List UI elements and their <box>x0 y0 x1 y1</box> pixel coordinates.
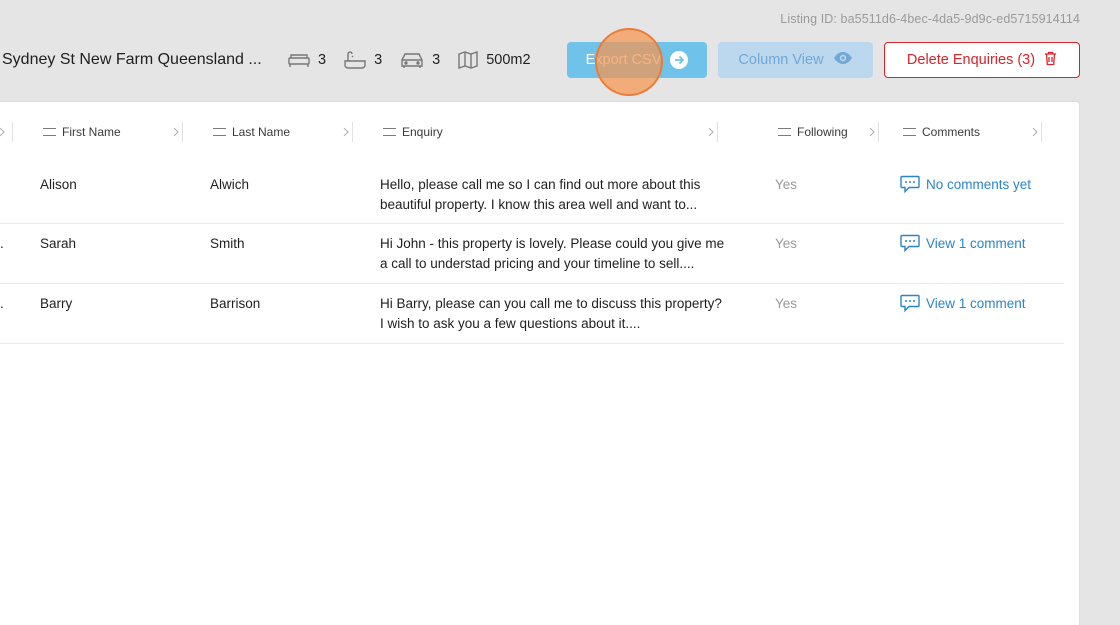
arrow-right-circle-icon <box>670 51 689 69</box>
column-view-label: Column View <box>738 52 824 68</box>
drag-handle-icon[interactable] <box>383 128 396 136</box>
land-area-value: 500m2 <box>486 52 531 68</box>
comments-label: View 1 comment <box>926 236 1026 251</box>
column-label: First Name <box>62 125 121 139</box>
column-label: Comments <box>922 125 981 139</box>
feature-parking: 3 <box>400 51 440 69</box>
chevron-right-icon[interactable] <box>342 124 350 140</box>
column-label: Enquiry <box>402 125 443 139</box>
first-name-cell: Sarah <box>40 236 77 251</box>
column-divider <box>12 122 13 142</box>
last-name-cell: Barrison <box>210 296 261 311</box>
eye-icon <box>824 51 853 69</box>
truncated-cell: . <box>0 236 4 251</box>
car-icon <box>400 51 424 69</box>
feature-bedrooms: 3 <box>288 52 326 68</box>
listing-id: Listing ID: ba5511d6-4bec-4da5-9d9c-ed57… <box>780 12 1080 26</box>
following-cell: Yes <box>775 177 798 192</box>
chevron-right-icon[interactable] <box>707 124 715 140</box>
drag-handle-icon[interactable] <box>778 128 791 136</box>
column-divider <box>717 122 718 142</box>
comments-link[interactable]: View 1 comment <box>900 234 1026 253</box>
chevron-right-icon[interactable] <box>172 124 180 140</box>
bathrooms-count: 3 <box>374 52 383 68</box>
drag-handle-icon[interactable] <box>43 128 56 136</box>
enquiry-cell: Hello, please call me so I can find out … <box>380 177 701 212</box>
column-label: Following <box>797 125 848 139</box>
column-header-comments[interactable]: Comments <box>903 124 980 140</box>
land-area-icon <box>458 51 478 69</box>
delete-enquiries-button[interactable]: Delete Enquiries (3) <box>884 42 1080 78</box>
drag-handle-icon[interactable] <box>213 128 226 136</box>
column-header-enquiry[interactable]: Enquiry <box>383 124 443 140</box>
column-header-first-name[interactable]: First Name <box>43 124 121 140</box>
listing-features: 3 3 3 500m2 <box>288 50 549 70</box>
truncated-cell: . <box>0 296 4 311</box>
parking-count: 3 <box>432 52 441 68</box>
speech-bubble-icon <box>900 294 920 313</box>
column-label: Last Name <box>232 125 291 139</box>
listing-header: Sydney St New Farm Queensland ... 3 3 3 … <box>0 42 1120 78</box>
last-name-cell: Alwich <box>210 177 250 192</box>
drag-handle-icon[interactable] <box>903 128 916 136</box>
column-divider <box>182 122 183 142</box>
page-gutter <box>1080 101 1120 625</box>
delete-enquiries-label: Delete Enquiries (3) <box>906 52 1036 68</box>
comments-label: No comments yet <box>926 177 1032 192</box>
comments-label: View 1 comment <box>926 296 1026 311</box>
column-divider <box>878 122 879 142</box>
following-cell: Yes <box>775 296 798 311</box>
column-header-last-name[interactable]: Last Name <box>213 124 290 140</box>
speech-bubble-icon <box>900 234 920 253</box>
first-name-cell: Barry <box>40 296 73 311</box>
chevron-right-icon[interactable] <box>868 124 876 140</box>
row-divider <box>0 223 1064 224</box>
bed-icon <box>288 52 310 68</box>
comments-link[interactable]: View 1 comment <box>900 294 1026 313</box>
following-cell: Yes <box>775 236 798 251</box>
trash-icon <box>1035 51 1057 70</box>
speech-bubble-icon <box>900 175 920 194</box>
enquiry-cell: Hi Barry, please can you call me to disc… <box>380 296 722 331</box>
row-divider <box>0 343 1064 344</box>
column-header-following[interactable]: Following <box>778 124 848 140</box>
last-name-cell: Smith <box>210 236 245 251</box>
feature-bathrooms: 3 <box>344 50 382 70</box>
column-divider <box>1041 122 1042 142</box>
bath-icon <box>344 50 366 70</box>
feature-land-area: 500m2 <box>458 51 531 69</box>
listing-address: Sydney St New Farm Queensland ... <box>2 51 262 68</box>
chevron-right-icon[interactable] <box>1031 124 1039 140</box>
export-csv-button[interactable]: Export CSV <box>567 42 707 78</box>
enquiries-page: Listing ID: ba5511d6-4bec-4da5-9d9c-ed57… <box>0 0 1120 625</box>
chevron-right-icon[interactable] <box>0 124 6 140</box>
column-divider <box>352 122 353 142</box>
export-csv-label: Export CSV <box>585 52 662 68</box>
enquiry-cell: Hi John - this property is lovely. Pleas… <box>380 236 725 271</box>
comments-link[interactable]: No comments yet <box>900 175 1031 194</box>
row-divider <box>0 283 1064 284</box>
bedrooms-count: 3 <box>318 52 327 68</box>
first-name-cell: Alison <box>40 177 77 192</box>
column-view-button[interactable]: Column View <box>718 42 873 78</box>
